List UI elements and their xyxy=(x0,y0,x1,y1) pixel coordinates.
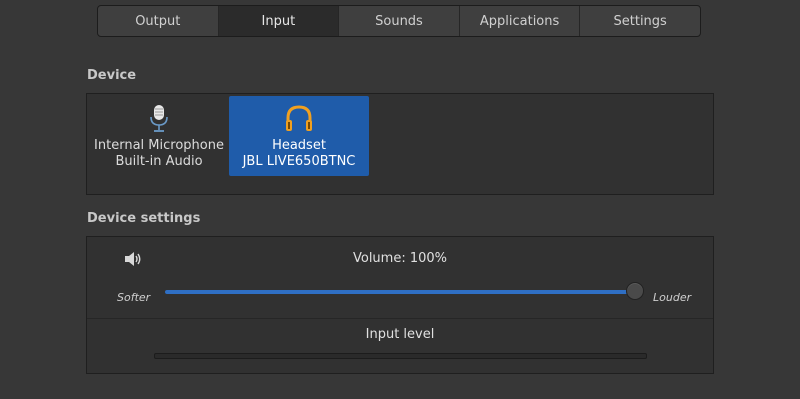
divider xyxy=(87,318,713,319)
tab-settings[interactable]: Settings xyxy=(580,6,700,36)
microphone-icon xyxy=(150,105,168,132)
softer-label: Softer xyxy=(117,291,151,304)
volume-slider[interactable] xyxy=(165,282,644,300)
device-subtitle: Built-in Audio xyxy=(115,154,203,169)
louder-label: Louder xyxy=(653,291,692,304)
tab-applications[interactable]: Applications xyxy=(460,6,581,36)
input-level-label: Input level xyxy=(365,327,435,342)
tab-input[interactable]: Input xyxy=(218,6,340,36)
tab-sounds[interactable]: Sounds xyxy=(339,6,460,36)
device-list: Internal Microphone Built-in Audio Heads… xyxy=(86,93,714,195)
tab-output[interactable]: Output xyxy=(98,6,219,36)
headphones-icon xyxy=(286,105,312,131)
volume-label: Volume: 100% xyxy=(352,251,448,266)
volume-slider-handle[interactable] xyxy=(626,282,644,300)
device-name: Headset xyxy=(272,138,326,153)
device-subtitle: JBL LIVE650BTNC xyxy=(242,154,356,169)
volume-slider-fill xyxy=(165,290,635,294)
device-settings-title: Device settings xyxy=(87,211,201,226)
device-headset[interactable]: Headset JBL LIVE650BTNC xyxy=(229,96,369,176)
device-name: Internal Microphone xyxy=(94,138,224,153)
tab-bar: Output Input Sounds Applications Setting… xyxy=(97,5,701,37)
device-section-title: Device xyxy=(87,68,137,83)
device-settings-panel: Volume: 100% Softer Louder Input level xyxy=(86,236,714,374)
input-level-meter xyxy=(154,353,647,359)
device-internal-microphone[interactable]: Internal Microphone Built-in Audio xyxy=(89,96,229,176)
